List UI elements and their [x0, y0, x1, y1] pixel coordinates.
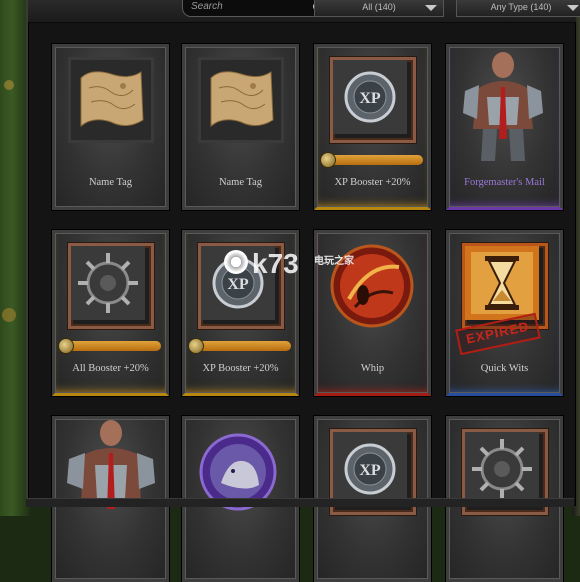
- filter-type-dropdown[interactable]: Any Type (140): [456, 0, 580, 17]
- item-card[interactable]: Whip: [314, 230, 431, 396]
- whip-icon: [330, 244, 414, 328]
- item-icon-frame: XP: [330, 57, 416, 143]
- item-label: Whip: [360, 363, 385, 374]
- chevron-down-icon: [425, 5, 437, 11]
- search-placeholder: Search: [191, 1, 223, 12]
- all-booster-icon: [465, 432, 539, 506]
- svg-text:XP: XP: [227, 276, 249, 293]
- item-label: All Booster +20%: [72, 363, 149, 374]
- item-card[interactable]: All Booster +20%: [52, 230, 169, 396]
- progress-bar: [320, 152, 423, 168]
- xp-booster-icon: XP: [333, 432, 407, 506]
- scroll-map-icon: [71, 60, 151, 140]
- item-card[interactable]: Name Tag: [182, 44, 299, 210]
- item-icon-frame: [68, 243, 154, 329]
- progress-bar: [188, 338, 291, 354]
- hourglass-icon: [465, 246, 539, 320]
- item-label: XP Booster +20%: [202, 363, 279, 374]
- scroll-map-icon: [201, 60, 281, 140]
- item-card[interactable]: XP XP Booster +20%: [314, 44, 431, 210]
- xp-booster-icon: XP: [201, 246, 275, 320]
- item-icon-frame: [198, 57, 284, 143]
- armored-warrior-icon: [463, 52, 543, 161]
- svg-text:XP: XP: [359, 90, 381, 107]
- item-icon-frame: XP: [198, 243, 284, 329]
- filter-type-label: Any Type (140): [490, 2, 552, 12]
- item-card[interactable]: Forgemaster's Mail: [446, 44, 563, 210]
- item-icon-frame: [68, 57, 154, 143]
- item-label: Forgemaster's Mail: [464, 177, 545, 188]
- search-input[interactable]: Search: [182, 0, 329, 17]
- chevron-down-icon: [567, 5, 579, 11]
- progress-bar: [58, 338, 161, 354]
- filter-all-label: All (140): [362, 2, 396, 12]
- inventory-panel: Search All (140) Any Type (140) Name Tag: [26, 0, 580, 582]
- item-label: Name Tag: [218, 177, 263, 188]
- item-icon-frame: [329, 243, 415, 329]
- item-card[interactable]: EXPIRED Quick Wits: [446, 230, 563, 396]
- toolbar: Search All (140) Any Type (140): [28, 0, 580, 23]
- item-label: XP Booster +20%: [334, 177, 411, 188]
- item-card[interactable]: XP XP Booster +20%: [182, 230, 299, 396]
- item-label: Quick Wits: [480, 363, 529, 374]
- xp-booster-icon: XP: [333, 60, 407, 134]
- horizontal-scrollbar[interactable]: [26, 498, 574, 507]
- filter-all-dropdown[interactable]: All (140): [314, 0, 444, 17]
- svg-text:XP: XP: [359, 462, 381, 479]
- item-icon-frame: [457, 49, 549, 161]
- item-label: Name Tag: [88, 177, 133, 188]
- all-booster-icon: [71, 246, 145, 320]
- item-card[interactable]: Name Tag: [52, 44, 169, 210]
